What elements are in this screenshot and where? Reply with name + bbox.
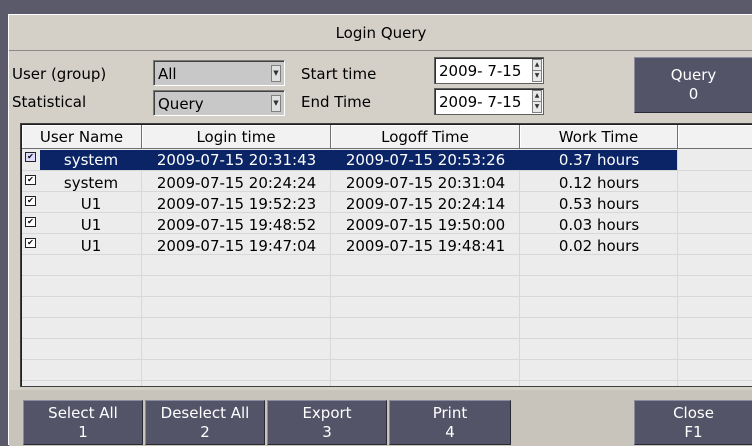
start-time-value: 2009- 7-15 xyxy=(439,62,522,80)
cell-logoff-time: 2009-07-15 19:48:41 xyxy=(345,237,506,255)
column-header-login-time[interactable]: Login time xyxy=(142,125,331,149)
select-all-hotkey: 1 xyxy=(78,423,88,441)
export-button[interactable]: Export 3 xyxy=(267,400,387,445)
table-row[interactable]: ✔ U1 2009-07-15 19:48:52 2009-07-15 19:5… xyxy=(22,215,677,235)
cell-work-time: 0.37 hours xyxy=(558,151,640,169)
column-header-user-name[interactable]: User Name xyxy=(22,125,142,149)
dropdown-arrow-icon[interactable]: ▼ xyxy=(271,65,281,82)
spinner-icon[interactable]: ▲ ▼ xyxy=(532,59,542,82)
end-time-value: 2009- 7-15 xyxy=(439,93,522,111)
close-button[interactable]: Close F1 xyxy=(634,400,752,445)
checkbox-checked-icon[interactable]: ✔ xyxy=(25,175,36,185)
end-time-field[interactable]: 2009- 7-15 ▲ ▼ xyxy=(434,88,544,115)
cell-user-name: system xyxy=(63,174,119,192)
start-time-label: Start time xyxy=(301,65,377,83)
cell-login-time: 2009-07-15 20:24:24 xyxy=(156,174,317,192)
column-header-work-time[interactable]: Work Time xyxy=(520,125,678,149)
close-label: Close xyxy=(673,404,714,422)
export-label: Export xyxy=(302,404,352,422)
cell-user-name: system xyxy=(63,151,119,169)
end-time-label: End Time xyxy=(301,93,371,111)
print-hotkey: 4 xyxy=(445,423,455,441)
statistical-value: Query xyxy=(158,95,204,113)
grid-row-line xyxy=(22,380,752,381)
cell-user-name: U1 xyxy=(80,237,102,255)
cell-work-time: 0.02 hours xyxy=(558,237,640,255)
grid-row-line xyxy=(22,170,752,171)
checkbox-checked-icon[interactable]: ✔ xyxy=(25,196,36,206)
table-row[interactable]: ✔ system 2009-07-15 20:31:43 2009-07-15 … xyxy=(22,150,677,170)
cell-login-time: 2009-07-15 19:48:52 xyxy=(156,216,317,234)
query-button[interactable]: Query 0 xyxy=(634,57,752,113)
cell-logoff-time: 2009-07-15 20:53:26 xyxy=(345,151,506,169)
table-row[interactable]: ✔ U1 2009-07-15 19:47:04 2009-07-15 19:4… xyxy=(22,236,677,256)
column-header-logoff-time[interactable]: Logoff Time xyxy=(331,125,520,149)
deselect-all-label: Deselect All xyxy=(160,404,250,422)
cell-logoff-time: 2009-07-15 20:24:14 xyxy=(345,195,506,213)
grid-row-line xyxy=(22,275,752,276)
grid-row-line xyxy=(22,359,752,360)
cell-user-name: U1 xyxy=(80,216,102,234)
user-group-value: All xyxy=(158,65,177,83)
print-button[interactable]: Print 4 xyxy=(389,400,511,445)
column-header-empty xyxy=(678,125,752,149)
login-records-table[interactable]: User Name Login time Logoff Time Work Ti… xyxy=(20,123,752,387)
query-button-hotkey: 0 xyxy=(688,85,699,103)
table-row[interactable]: ✔ system 2009-07-15 20:24:24 2009-07-15 … xyxy=(22,173,677,193)
spinner-icon[interactable]: ▲ ▼ xyxy=(532,90,542,113)
cell-logoff-time: 2009-07-15 19:50:00 xyxy=(345,216,506,234)
checkbox-checked-icon[interactable]: ✔ xyxy=(25,152,36,162)
grid-row-line xyxy=(22,296,752,297)
grid-row-line xyxy=(22,338,752,339)
start-time-field[interactable]: 2009- 7-15 ▲ ▼ xyxy=(434,57,544,84)
statistical-label: Statistical xyxy=(12,93,87,111)
query-button-label: Query xyxy=(670,66,717,84)
cell-logoff-time: 2009-07-15 20:31:04 xyxy=(345,174,506,192)
export-hotkey: 3 xyxy=(322,423,332,441)
deselect-all-button[interactable]: Deselect All 2 xyxy=(145,400,265,445)
user-group-combo[interactable]: All ▼ xyxy=(153,60,285,86)
cell-work-time: 0.53 hours xyxy=(558,195,640,213)
cell-work-time: 0.03 hours xyxy=(558,216,640,234)
cell-login-time: 2009-07-15 20:31:43 xyxy=(156,151,317,169)
grid-row-line xyxy=(22,317,752,318)
print-label: Print xyxy=(432,404,468,422)
user-group-label: User (group) xyxy=(12,65,107,83)
cell-login-time: 2009-07-15 19:47:04 xyxy=(156,237,317,255)
statistical-combo[interactable]: Query ▼ xyxy=(153,90,285,116)
select-all-label: Select All xyxy=(48,404,118,422)
cell-login-time: 2009-07-15 19:52:23 xyxy=(156,195,317,213)
cell-user-name: U1 xyxy=(80,195,102,213)
window-title: Login Query xyxy=(9,15,752,51)
table-row[interactable]: ✔ U1 2009-07-15 19:52:23 2009-07-15 20:2… xyxy=(22,194,677,214)
table-header: User Name Login time Logoff Time Work Ti… xyxy=(22,125,752,149)
close-hotkey: F1 xyxy=(684,423,703,441)
select-all-button[interactable]: Select All 1 xyxy=(23,400,143,445)
dropdown-arrow-icon[interactable]: ▼ xyxy=(271,95,281,112)
checkbox-checked-icon[interactable]: ✔ xyxy=(25,238,36,248)
cell-work-time: 0.12 hours xyxy=(558,174,640,192)
deselect-all-hotkey: 2 xyxy=(200,423,210,441)
login-query-window: Login Query User (group) All ▼ Statistic… xyxy=(8,14,752,446)
checkbox-checked-icon[interactable]: ✔ xyxy=(25,217,36,227)
